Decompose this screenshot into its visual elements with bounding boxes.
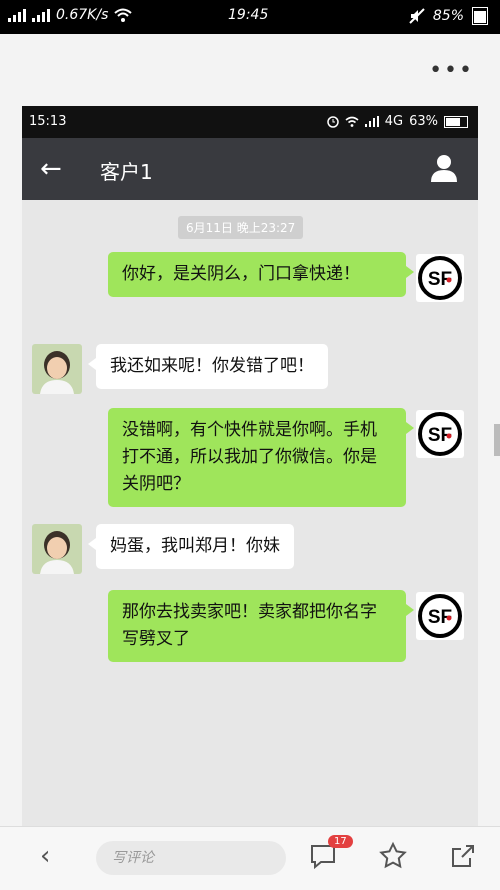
inner-time: 15:13: [29, 114, 67, 129]
sf-logo-icon: SF: [418, 594, 462, 638]
phone-clock: 19:45: [228, 7, 269, 23]
star-icon: [379, 841, 407, 869]
message-timestamp: 6月11日 晚上23:27: [178, 216, 304, 239]
phone-battery: 85%: [432, 8, 464, 24]
sent-message-3[interactable]: 那你去找卖家吧！卖家都把你名字写劈叉了: [108, 590, 414, 662]
sf-avatar-1[interactable]: SF: [416, 254, 464, 302]
comments-button[interactable]: 17: [308, 835, 353, 875]
favorite-button[interactable]: [378, 841, 412, 875]
inner-network: 4G: [384, 114, 404, 129]
bottom-toolbar: ‹ 写评论 17: [0, 826, 500, 890]
received-message-2[interactable]: 妈蛋，我叫郑月！你妹: [88, 524, 294, 569]
signal-icon-2: [32, 8, 50, 22]
battery-icon: [472, 7, 488, 25]
user-avatar-image: [32, 344, 82, 394]
wifi-icon: [114, 8, 133, 22]
sent-message-1[interactable]: 你好，是关阴么，门口拿快递！: [108, 252, 414, 297]
share-icon: [452, 845, 474, 867]
comment-count-badge: 17: [328, 835, 353, 848]
user-avatar-2[interactable]: [32, 524, 82, 574]
back-chevron-icon[interactable]: ‹: [40, 841, 50, 871]
alarm-icon: [326, 115, 339, 128]
more-options-icon[interactable]: •••: [429, 58, 474, 83]
sf-logo-icon: SF: [418, 256, 462, 300]
battery-icon-inner: [444, 115, 468, 128]
mute-icon: [409, 8, 425, 24]
signal-group: 0.67K/s: [8, 7, 133, 23]
network-speed: 0.67K/s: [56, 7, 109, 23]
inner-status-bar: 15:13 4G 63%: [22, 106, 478, 138]
scroll-handle[interactable]: [494, 424, 500, 456]
sf-logo-icon: SF: [418, 412, 462, 456]
back-arrow-icon[interactable]: ←: [40, 154, 62, 184]
user-avatar-1[interactable]: [32, 344, 82, 394]
profile-icon[interactable]: [428, 152, 460, 184]
signal-icon-inner: [364, 116, 379, 127]
wifi-icon-inner: [345, 116, 359, 127]
share-button[interactable]: [448, 841, 482, 875]
comment-input[interactable]: 写评论: [96, 841, 286, 875]
sent-message-2[interactable]: 没错啊，有个快件就是你啊。手机打不通，所以我加了你微信。你是关阴吧？: [108, 408, 414, 507]
user-avatar-image: [32, 524, 82, 574]
chat-header: ← 客户1: [22, 138, 478, 200]
sf-avatar-3[interactable]: SF: [416, 592, 464, 640]
chat-title: 客户1: [100, 160, 153, 184]
received-message-1[interactable]: 我还如来呢！你发错了吧！: [88, 344, 328, 389]
inner-battery: 63%: [409, 114, 438, 129]
phone-status-bar: 0.67K/s 19:45 85%: [0, 0, 500, 34]
signal-icon: [8, 8, 26, 22]
chat-screenshot: 15:13 4G 63% ← 客户1 6月11日 晚上23:27 你好，是关阴么…: [22, 106, 478, 826]
sf-avatar-2[interactable]: SF: [416, 410, 464, 458]
